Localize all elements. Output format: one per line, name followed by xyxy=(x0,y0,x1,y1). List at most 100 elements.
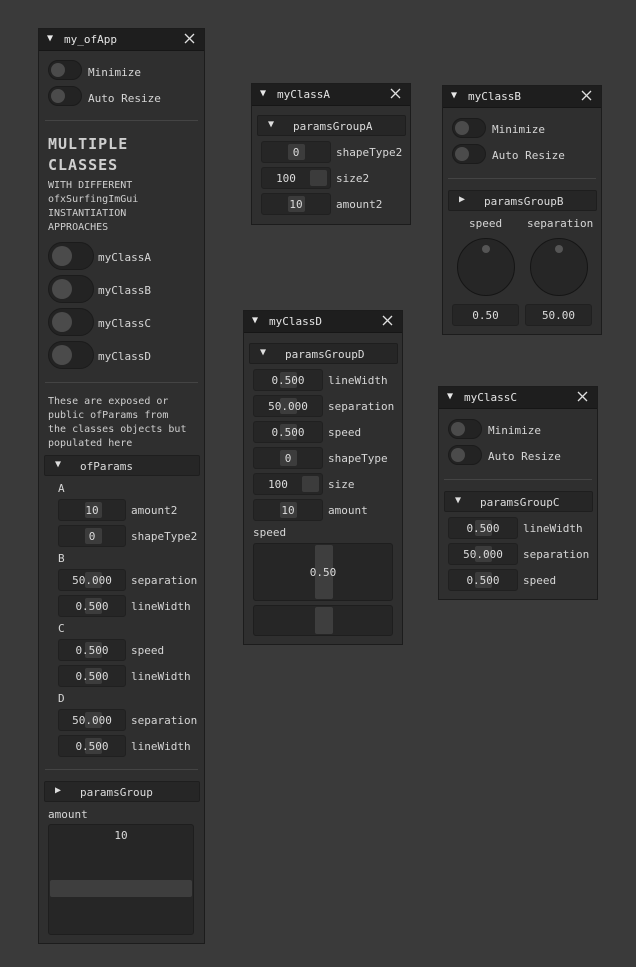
auto-resize-label: Auto Resize xyxy=(488,450,561,463)
speed-knob[interactable] xyxy=(457,238,515,296)
minimize-toggle[interactable] xyxy=(452,118,486,138)
toggle-myclassb-label: myClassB xyxy=(98,284,151,297)
shapetype-label: shapeType xyxy=(328,452,388,465)
close-icon[interactable] xyxy=(575,389,590,404)
separation-drag[interactable]: 50.000 xyxy=(253,395,323,417)
collapse-triangle-icon[interactable]: ▼ xyxy=(260,88,266,99)
collapse-triangle-icon[interactable]: ▼ xyxy=(447,391,453,402)
heading-multiple: MULTIPLE xyxy=(48,135,129,153)
toggle-myclassd[interactable] xyxy=(48,341,94,369)
amount-vertical-slider[interactable]: 10 xyxy=(48,824,194,935)
my-ofapp-window: ▼ my_ofApp Minimize Auto Resize MULTIPLE… xyxy=(38,28,205,944)
a-amount2-drag[interactable]: 10 xyxy=(58,499,126,521)
b-linewidth-label: lineWidth xyxy=(131,600,191,613)
auto-resize-toggle[interactable] xyxy=(448,445,482,465)
paramsgroupa-header[interactable]: ▼ paramsGroupA xyxy=(257,115,406,136)
myclassc-window: ▼ myClassC Minimize Auto Resize ▼ params… xyxy=(438,386,598,600)
c-linewidth-drag[interactable]: 0.500 xyxy=(58,665,126,687)
minimize-toggle[interactable] xyxy=(48,60,82,80)
speed-drag[interactable]: 0.500 xyxy=(253,421,323,443)
expand-triangle-icon: ▶ xyxy=(459,194,466,205)
minimize-label: Minimize xyxy=(488,424,541,437)
note-line: These are exposed or xyxy=(48,396,169,407)
window-title: myClassA xyxy=(277,88,330,101)
paramsgroupd-header[interactable]: ▼ paramsGroupD xyxy=(249,343,398,364)
title-bar[interactable]: ▼ myClassC xyxy=(439,387,597,409)
slider-thumb[interactable] xyxy=(315,607,333,634)
separator xyxy=(45,382,198,383)
d-linewidth-drag[interactable]: 0.500 xyxy=(58,735,126,757)
paramsgroupb-header[interactable]: ▶ paramsGroupB xyxy=(448,190,597,211)
shapetype-drag[interactable]: 0 xyxy=(253,447,323,469)
d-separation-drag[interactable]: 50.000 xyxy=(58,709,126,731)
note-line: public ofParams from xyxy=(48,410,169,421)
paramsgroup-header[interactable]: ▶ paramsGroup xyxy=(44,781,200,802)
myclassa-window: ▼ myClassA ▼ paramsGroupA 0 shapeType2 1… xyxy=(251,83,411,225)
speed-value-input[interactable]: 0.50 xyxy=(452,304,519,326)
collapse-triangle-icon[interactable]: ▼ xyxy=(451,90,457,101)
subheading-line: WITH DIFFERENT xyxy=(48,180,133,191)
b-separation-label: separation xyxy=(131,574,198,587)
separation-knob[interactable] xyxy=(530,238,588,296)
size2-label: size2 xyxy=(336,172,370,185)
a-shapetype2-label: shapeType2 xyxy=(131,530,198,543)
d-separation-label: separation xyxy=(131,714,198,727)
paramsgroupc-header[interactable]: ▼ paramsGroupC xyxy=(444,491,593,512)
separator xyxy=(45,120,198,121)
title-bar[interactable]: ▼ myClassB xyxy=(443,86,601,108)
separation-drag[interactable]: 50.000 xyxy=(448,543,518,565)
subheading-line: INSTANTIATION xyxy=(48,208,127,219)
collapse-triangle-icon: ▼ xyxy=(455,495,462,506)
b-separation-drag[interactable]: 50.000 xyxy=(58,569,126,591)
toggle-myclassc[interactable] xyxy=(48,308,94,336)
amount2-drag[interactable]: 10 xyxy=(261,193,331,215)
speed-drag[interactable]: 0.500 xyxy=(448,569,518,591)
myclassd-window: ▼ myClassD ▼ paramsGroupD 0.500 lineWidt… xyxy=(243,310,403,645)
shapetype2-drag[interactable]: 0 xyxy=(261,141,331,163)
speed-slider-secondary[interactable] xyxy=(253,605,393,636)
minimize-toggle[interactable] xyxy=(448,419,482,439)
c-speed-drag[interactable]: 0.500 xyxy=(58,639,126,661)
slider-thumb[interactable] xyxy=(50,880,192,897)
a-shapetype2-drag[interactable]: 0 xyxy=(58,525,126,547)
separation-value-input[interactable]: 50.00 xyxy=(525,304,592,326)
group-label: paramsGroupD xyxy=(285,348,365,361)
separation-label: separation xyxy=(328,400,395,413)
expand-triangle-icon: ▶ xyxy=(55,785,62,796)
toggle-myclassa[interactable] xyxy=(48,242,94,270)
linewidth-drag[interactable]: 0.500 xyxy=(253,369,323,391)
speed-horizontal-slider[interactable]: 0.50 xyxy=(253,543,393,601)
title-bar[interactable]: ▼ myClassA xyxy=(252,84,410,106)
close-icon[interactable] xyxy=(380,313,395,328)
collapse-triangle-icon[interactable]: ▼ xyxy=(252,315,258,326)
separator xyxy=(448,178,596,179)
collapse-triangle-icon[interactable]: ▼ xyxy=(47,33,53,44)
minimize-label: Minimize xyxy=(492,123,545,136)
linewidth-drag[interactable]: 0.500 xyxy=(448,517,518,539)
collapse-triangle-icon: ▼ xyxy=(268,119,275,130)
separator xyxy=(45,769,198,770)
window-title: myClassB xyxy=(468,90,521,103)
toggle-myclassa-label: myClassA xyxy=(98,251,151,264)
toggle-myclassb[interactable] xyxy=(48,275,94,303)
linewidth-label: lineWidth xyxy=(328,374,388,387)
subheading-line: APPROACHES xyxy=(48,222,109,233)
ofparams-group-header[interactable]: ▼ ofParams xyxy=(44,455,200,476)
title-bar[interactable]: ▼ my_ofApp xyxy=(39,29,204,51)
amount-drag[interactable]: 10 xyxy=(253,499,323,521)
close-icon[interactable] xyxy=(388,86,403,101)
b-linewidth-drag[interactable]: 0.500 xyxy=(58,595,126,617)
speed-slider-label: speed xyxy=(253,526,287,539)
size2-slider[interactable]: 100 xyxy=(261,167,331,189)
title-bar[interactable]: ▼ myClassD xyxy=(244,311,402,333)
close-icon[interactable] xyxy=(579,88,594,103)
auto-resize-toggle[interactable] xyxy=(452,144,486,164)
speed-knob-label: speed xyxy=(469,217,503,230)
amount2-label: amount2 xyxy=(336,198,383,211)
auto-resize-toggle[interactable] xyxy=(48,86,82,106)
window-title: my_ofApp xyxy=(64,33,117,46)
size-slider[interactable]: 100 xyxy=(253,473,323,495)
close-icon[interactable] xyxy=(182,31,197,46)
group-label: paramsGroupC xyxy=(480,496,560,509)
window-title: myClassC xyxy=(464,391,517,404)
